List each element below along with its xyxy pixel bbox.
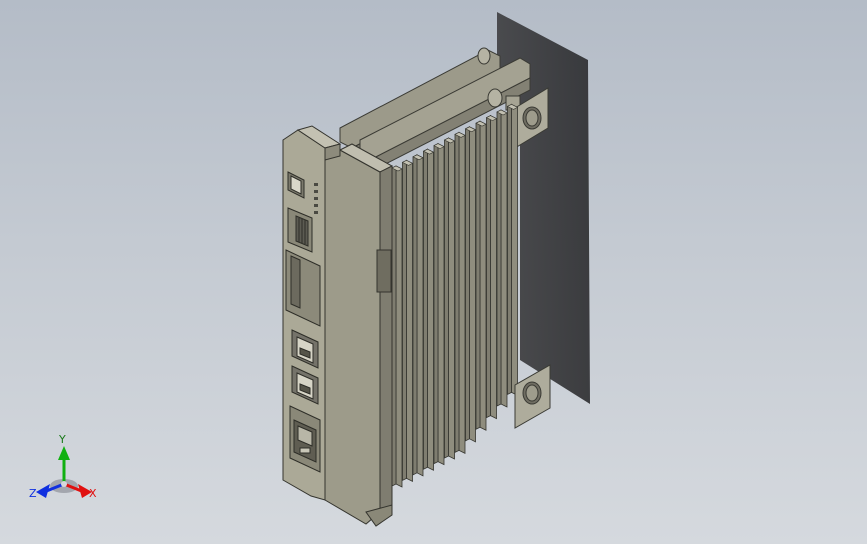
heatsink-fin xyxy=(496,109,508,408)
heatsink-fin xyxy=(464,126,477,443)
x-axis-label: X xyxy=(89,487,97,500)
heatsink-fin xyxy=(401,159,414,483)
bottom-bracket xyxy=(514,364,551,429)
y-axis-label: Y xyxy=(58,433,66,446)
heatsink-fin xyxy=(475,120,487,431)
heatsink-fin xyxy=(443,137,456,460)
cad-viewport[interactable]: Y X Z xyxy=(0,0,867,544)
heatsink-fins xyxy=(391,103,519,488)
y-axis-arrowhead xyxy=(58,446,70,460)
heatsink-fin xyxy=(422,148,435,471)
heatsink-fin xyxy=(433,142,445,466)
z-axis-arrowhead xyxy=(36,484,50,498)
heatsink-fin xyxy=(454,131,466,455)
triad-origin xyxy=(61,481,67,487)
front-cover xyxy=(324,143,394,527)
z-axis-label: Z xyxy=(29,487,37,500)
heatsink-fin xyxy=(485,114,498,420)
heatsink-fin xyxy=(412,154,424,477)
heatsink-fin xyxy=(391,165,403,488)
heatsink-fin xyxy=(506,103,519,397)
orientation-triad: Y X Z xyxy=(29,433,97,500)
